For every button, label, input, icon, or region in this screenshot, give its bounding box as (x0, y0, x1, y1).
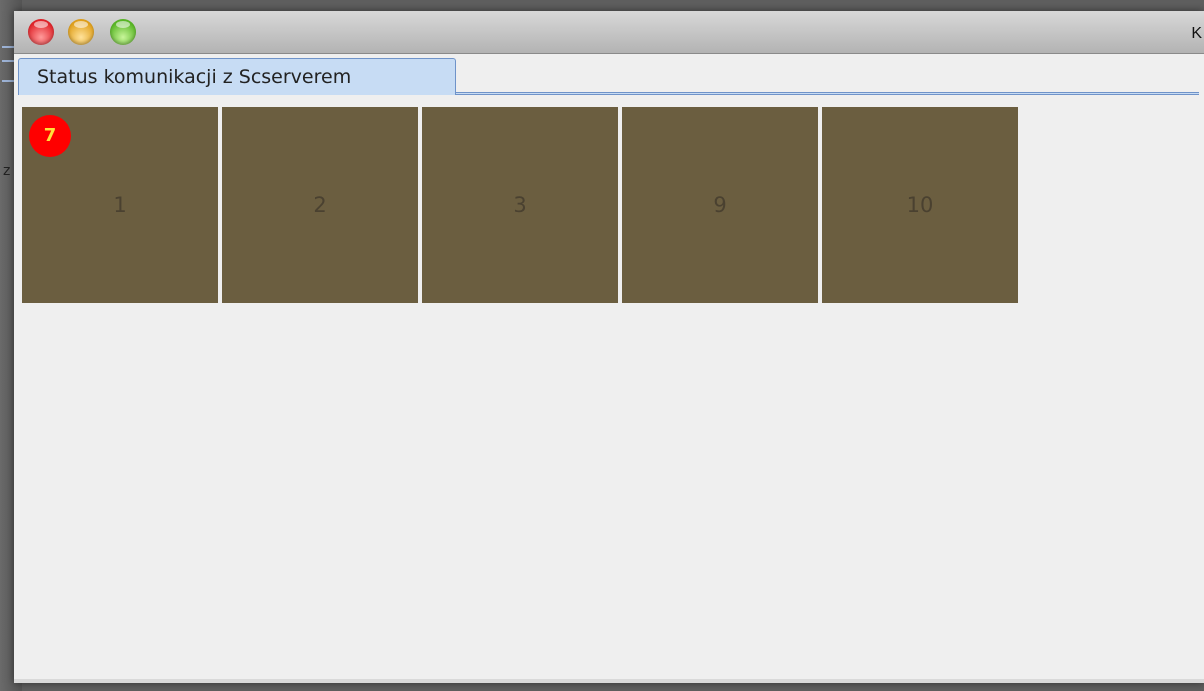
main-window: K Status komunikacji z Scserverem 7 1 2 … (14, 11, 1204, 683)
status-tile[interactable]: 9 (622, 107, 818, 303)
minimize-traffic-light-icon[interactable] (68, 19, 94, 45)
alert-count-badge: 7 (29, 115, 71, 157)
tile-label: 2 (313, 193, 327, 217)
background-window-detail (2, 80, 14, 82)
tile-label: 1 (113, 193, 127, 217)
tab-label: Status komunikacji z Scserverem (37, 66, 352, 88)
tab-server-status[interactable]: Status komunikacji z Scserverem (18, 58, 456, 95)
title-bar[interactable]: K (14, 11, 1204, 54)
badge-count: 7 (43, 125, 57, 146)
status-tile[interactable]: 3 (422, 107, 618, 303)
background-window-detail (2, 60, 14, 62)
status-tile[interactable]: 7 1 (22, 107, 218, 303)
status-tile[interactable]: 2 (222, 107, 418, 303)
window-title: K (1191, 25, 1202, 42)
window-bottom-edge (14, 679, 1204, 683)
background-window-detail (2, 46, 14, 48)
tile-label: 9 (713, 193, 727, 217)
status-tile-grid: 7 1 2 3 9 10 (22, 107, 1022, 305)
close-traffic-light-icon[interactable] (28, 19, 54, 45)
zoom-traffic-light-icon[interactable] (110, 19, 136, 45)
tile-label: 3 (513, 193, 527, 217)
tile-label: 10 (906, 193, 934, 217)
tab-strip: Status komunikacji z Scserverem (18, 58, 1199, 95)
background-window-text: z (3, 163, 11, 179)
status-tile[interactable]: 10 (822, 107, 1018, 303)
